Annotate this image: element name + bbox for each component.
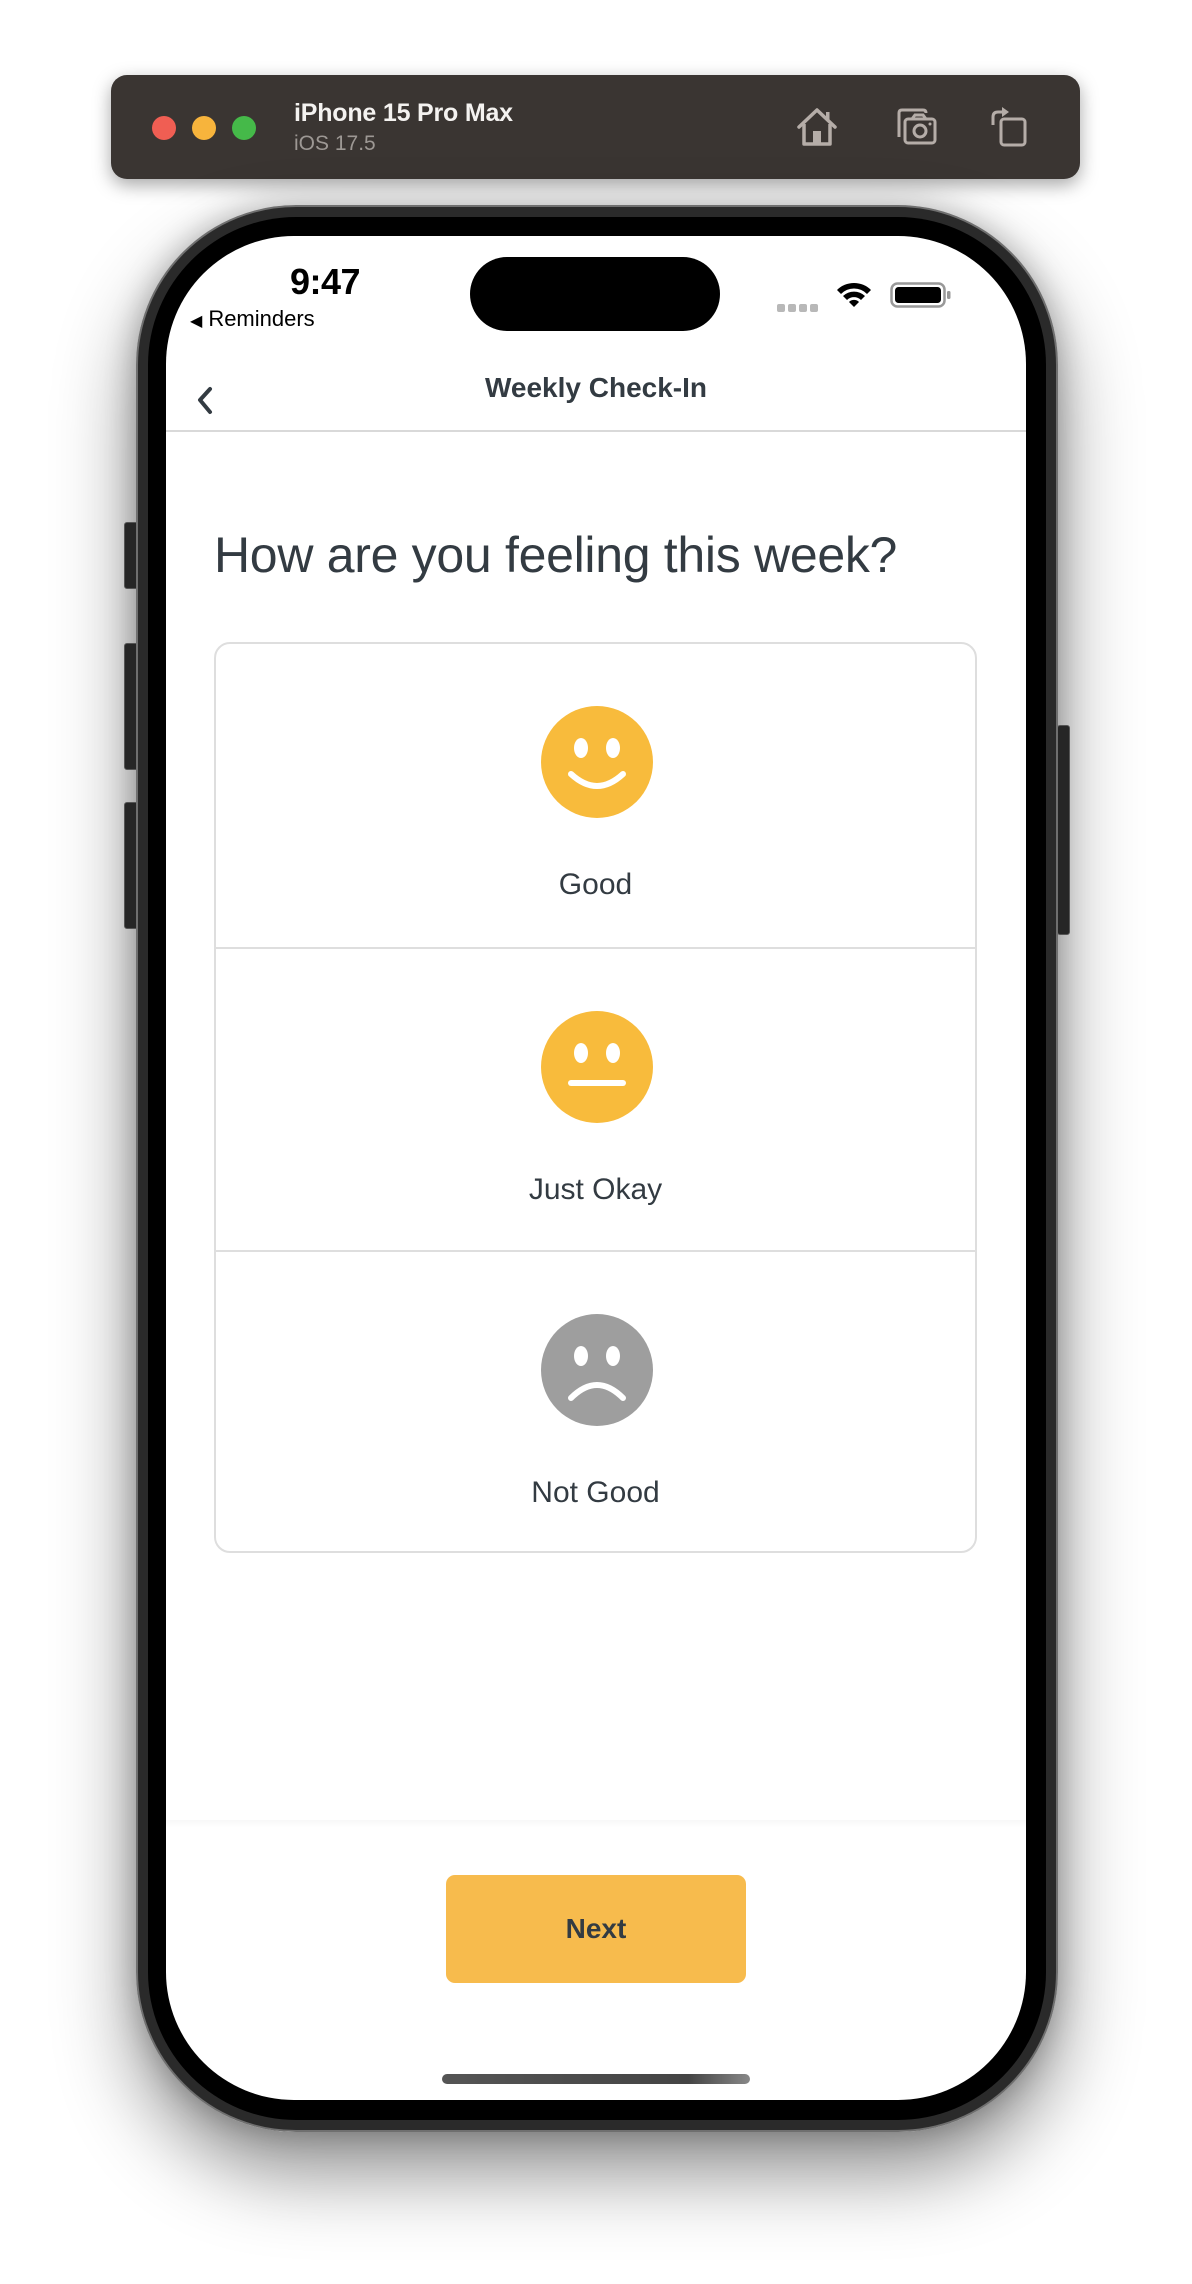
footer-divider xyxy=(166,1820,1026,1828)
screenshot-button[interactable] xyxy=(893,103,941,151)
nav-divider xyxy=(166,430,1026,432)
back-to-app-link[interactable]: ◀ Reminders xyxy=(190,306,315,332)
back-triangle-icon: ◀ xyxy=(190,313,203,330)
option-label: Just Okay xyxy=(528,1173,663,1206)
neutral-face-icon xyxy=(541,1011,653,1123)
home-button[interactable] xyxy=(793,103,841,151)
question-heading: How are you feeling this week? xyxy=(214,527,898,583)
option-not-good[interactable]: Not Good xyxy=(216,1250,975,1551)
rotate-icon xyxy=(991,107,1027,147)
status-time: 9:47 xyxy=(290,261,361,302)
back-app-label: Reminders xyxy=(208,306,315,331)
device-name: iPhone 15 Pro Max xyxy=(294,99,513,127)
smile-face-icon xyxy=(541,706,653,818)
close-window-button[interactable] xyxy=(152,116,176,140)
back-button[interactable] xyxy=(186,372,226,426)
dynamic-island xyxy=(470,257,720,331)
power-button[interactable] xyxy=(1057,725,1070,935)
page-title: Weekly Check-In xyxy=(484,372,708,403)
next-button[interactable]: Next xyxy=(446,1875,746,1983)
option-label: Not Good xyxy=(531,1476,660,1509)
option-just-okay[interactable]: Just Okay xyxy=(216,947,975,1252)
minimize-window-button[interactable] xyxy=(192,116,216,140)
wifi-icon xyxy=(837,282,871,307)
home-indicator[interactable] xyxy=(442,2074,750,2084)
sad-face-icon xyxy=(541,1314,653,1426)
screenshot-icon xyxy=(897,108,937,145)
simulator-toolbar: iPhone 15 Pro Max iOS 17.5 xyxy=(111,75,1080,179)
option-good[interactable]: Good xyxy=(216,644,975,947)
mood-options-card: Good Just Okay Not Good xyxy=(214,642,977,1553)
cellular-signal-icon xyxy=(777,299,821,317)
home-icon xyxy=(797,108,837,146)
rotate-button[interactable] xyxy=(984,103,1032,151)
option-label: Good xyxy=(558,868,633,901)
battery-icon xyxy=(890,282,951,308)
os-version: iOS 17.5 xyxy=(294,132,376,155)
chevron-left-icon xyxy=(198,387,212,414)
phone-screen: 9:47 ◀ Reminders Weekly Check-In How are … xyxy=(166,236,1026,2100)
zoom-window-button[interactable] xyxy=(232,116,256,140)
